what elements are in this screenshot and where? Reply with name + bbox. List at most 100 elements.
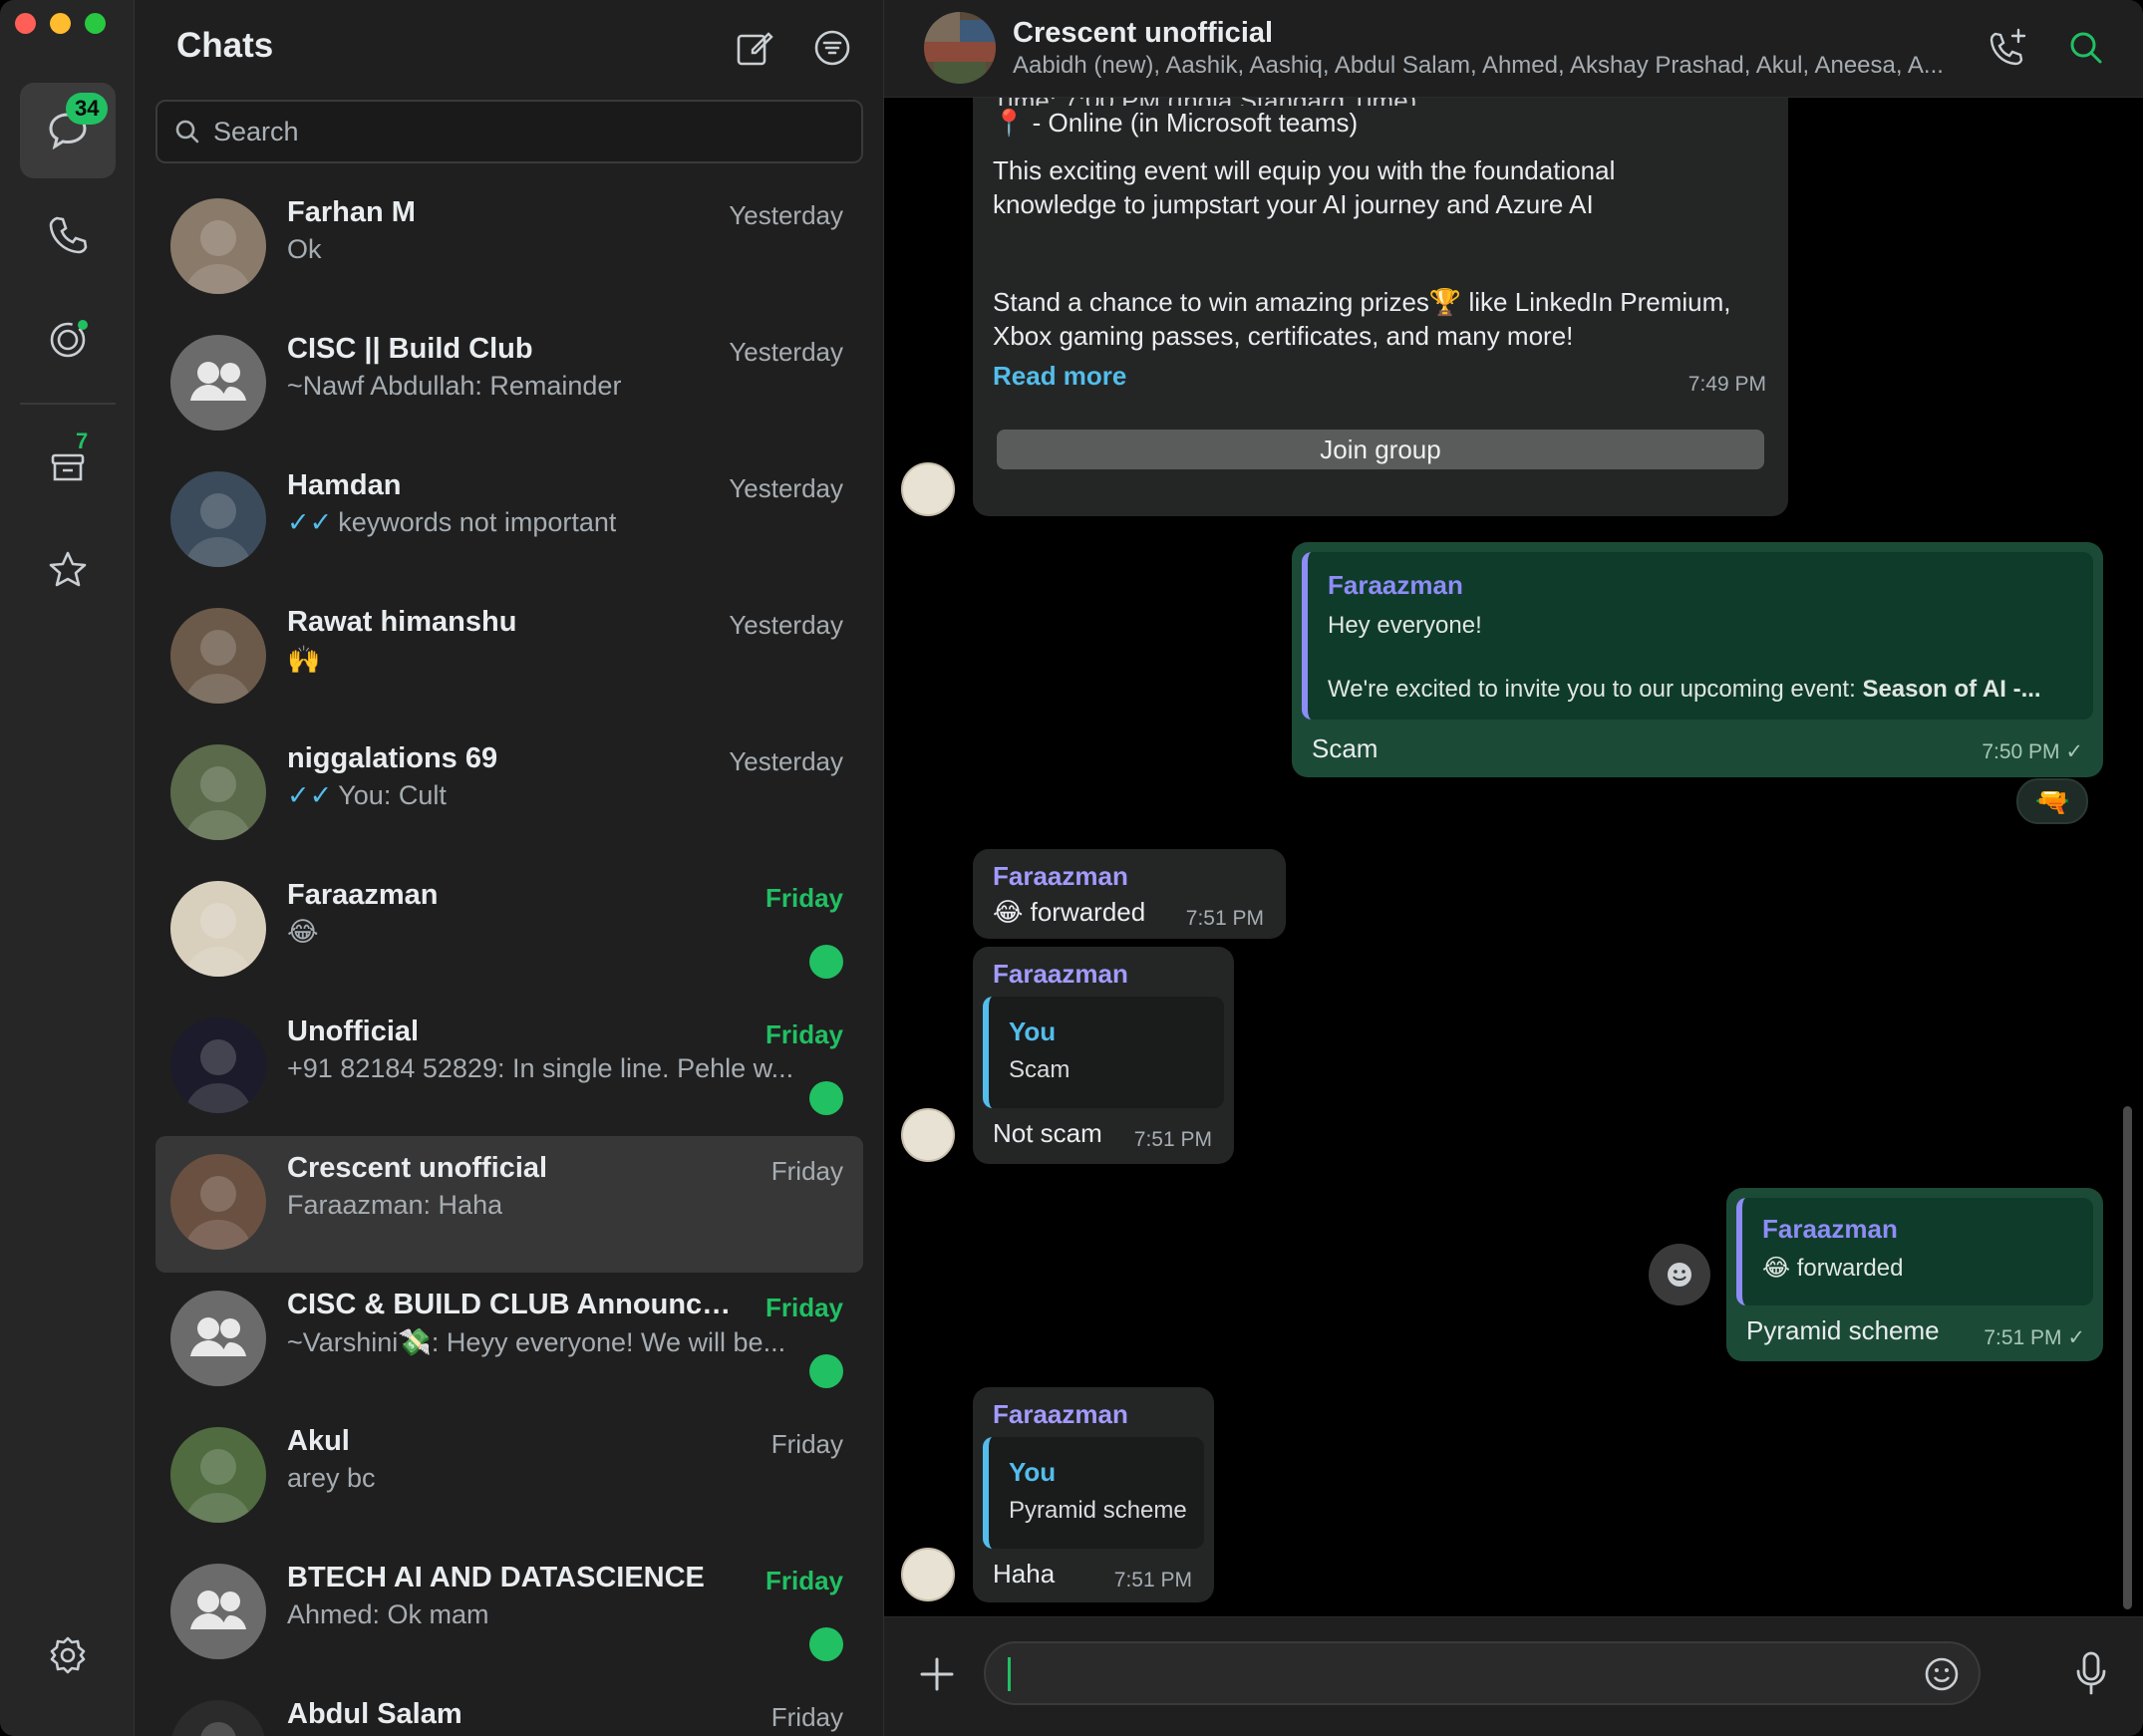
message-input-box[interactable] [984,1641,1981,1705]
chat-list-item[interactable]: BTECH AI AND DATASCIENCE Ahmed: Ok mam Fri… [155,1546,863,1682]
rail-chats-button[interactable]: 34 [20,83,116,178]
time-text: 7:50 PM [1982,740,2060,763]
avatar [170,1427,266,1523]
chat-preview: Ahmed: Ok mam [287,1599,489,1630]
conversation-header[interactable]: Crescent unofficial Aabidh (new), Aashik… [884,0,2143,98]
chat-list-item[interactable]: Akul arey bc Friday [155,1409,863,1546]
quoted-message[interactable]: You Pyramid scheme [983,1437,1204,1549]
zoom-window-button[interactable] [85,13,106,34]
chat-list-item[interactable]: Farhan M Ok Yesterday [155,180,863,317]
incoming-message-bubble[interactable]: Faraazman You Scam Not scam 7:51 PM [973,947,1234,1164]
sender-avatar[interactable] [901,1548,955,1601]
chat-list-item[interactable]: Crescent unofficial Faraazman: Haha Friday [155,1136,863,1273]
unread-indicator [809,1354,843,1388]
chat-list-item[interactable]: CISC & BUILD CLUB Announcem... ~Varshini💸… [155,1273,863,1409]
add-call-icon[interactable] [1986,26,2029,70]
chat-time: Friday [765,1293,843,1322]
chat-preview-text: ~Nawf Abdullah: Remainder [287,371,622,401]
join-group-button[interactable]: Join group [997,430,1764,469]
unread-indicator [809,1627,843,1661]
search-input[interactable] [213,116,811,147]
chat-preview-text: Ok [287,234,322,264]
chat-list-item[interactable]: Faraazman 😂 Friday [155,863,863,1000]
quote-sender: Faraazman [1328,570,1463,600]
event-location: 📍 - Online (in Microsoft teams) [993,108,1359,138]
avatar-image [184,766,252,840]
incoming-message-bubble[interactable]: Faraazman 😂 forwarded 7:51 PM [973,849,1286,939]
plus-icon[interactable] [916,1653,958,1695]
event-para1-line2: knowledge to jumpstart your AI journey a… [993,189,1594,219]
message-input[interactable] [1008,1653,1925,1693]
message-text: Haha [993,1559,1056,1589]
group-icon [190,1591,246,1629]
new-chat-icon[interactable] [733,26,776,70]
minimize-window-button[interactable] [50,13,71,34]
search-box[interactable] [155,100,863,163]
chat-list-item[interactable]: niggalations 69 ✓✓ You: Cult Yesterday [155,726,863,863]
chat-name: Akul [287,1425,350,1457]
avatar [170,471,266,567]
chat-time: Yesterday [729,473,843,503]
message-text: Not scam [993,1118,1102,1148]
chat-preview-text: Faraazman: Haha [287,1190,503,1220]
rail-status-button[interactable] [20,292,116,388]
close-window-button[interactable] [15,13,36,34]
avatar-image [200,1722,236,1736]
chat-time: Friday [770,1156,843,1186]
avatar [170,744,266,840]
event-time-line: Time: 7:00 PM (India Standard Time) [993,98,1416,106]
archived-count-badge: 7 [76,429,89,453]
chat-preview: ✓✓ You: Cult [287,780,447,811]
outgoing-message-bubble[interactable]: Faraazman 😂 forwarded Pyramid scheme 7:5… [1726,1188,2103,1361]
message-sender: Faraazman [993,1399,1128,1429]
chat-name: Faraazman [287,879,439,911]
incoming-message-bubble[interactable]: Faraazman You Pyramid scheme Haha 7:51 P… [973,1387,1214,1602]
outgoing-message-bubble[interactable]: Faraazman Hey everyone! We're excited to… [1292,542,2103,777]
chat-name: BTECH AI AND DATASCIENCE [287,1562,705,1593]
rail-settings-button[interactable] [20,1607,116,1703]
chat-list-item[interactable]: Rawat himanshu 🙌 Yesterday [155,590,863,726]
message-sender: Faraazman [993,959,1128,989]
avatar-image [184,630,252,704]
chat-preview-text: Ahmed: Ok mam [287,1599,489,1629]
star-icon [49,551,87,587]
rail-starred-button[interactable] [20,522,116,618]
read-more-link[interactable]: Read more [993,361,1126,392]
filter-icon[interactable] [810,26,854,70]
event-message-bubble[interactable]: Time: 7:00 PM (India Standard Time) 📍 - … [973,98,1788,516]
chat-name: niggalations 69 [287,742,498,774]
rail-archived-button[interactable]: 7 [20,419,116,514]
chat-list-item[interactable]: Hamdan ✓✓ keywords not important Yesterday [155,453,863,590]
quoted-message[interactable]: Faraazman 😂 forwarded [1736,1198,2093,1305]
rail-calls-button[interactable] [20,187,116,283]
conversation-title: Crescent unofficial [1013,17,1274,49]
reaction-badge[interactable]: 🔫 [2016,778,2088,824]
chat-preview-text: keywords not important [338,507,617,537]
chat-time: Yesterday [729,610,843,640]
quote-line1: Hey everyone! [1328,612,1482,639]
avatar-image [184,1176,252,1250]
avatar-image [184,220,252,294]
emoji-icon[interactable] [1923,1655,1961,1693]
microphone-icon[interactable] [2070,1649,2112,1697]
group-avatar[interactable] [924,12,996,84]
search-messages-icon[interactable] [2064,26,2108,70]
event-para1-line1: This exciting event will equip you with … [993,155,1616,185]
sender-avatar[interactable] [901,462,955,516]
conversation-scrollbar[interactable] [2123,1106,2132,1609]
chat-time: Friday [765,883,843,913]
status-icon [50,320,88,358]
sender-avatar[interactable] [901,1108,955,1162]
react-button[interactable] [1649,1244,1710,1305]
chat-list-item[interactable]: Unofficial +91 82184 52829: In single lin… [155,1000,863,1136]
avatar-image [184,903,252,977]
quoted-message[interactable]: You Scam [983,997,1224,1108]
chat-preview: 🙌 [287,644,321,676]
chat-list-item[interactable]: CISC || Build Club ~Nawf Abdullah: Remain… [155,317,863,453]
chat-time: Yesterday [729,200,843,230]
quoted-message[interactable]: Faraazman Hey everyone! We're excited to… [1302,552,2093,720]
avatar [170,608,266,704]
chat-name: CISC & BUILD CLUB Announcem... [287,1289,746,1320]
phone-icon [49,216,88,254]
chat-list-item[interactable]: Abdul Salam Friday [155,1682,863,1736]
